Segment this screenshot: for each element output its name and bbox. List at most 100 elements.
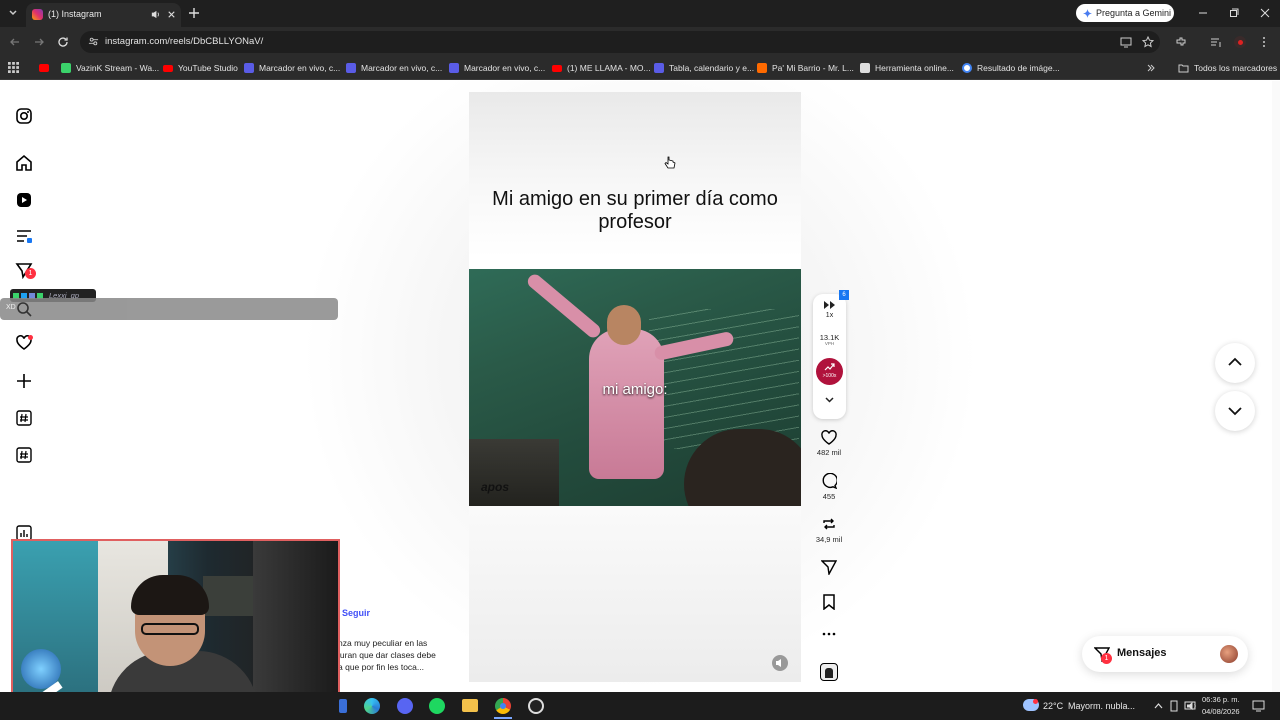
bookmark-favicon-icon bbox=[61, 63, 71, 73]
bookmark-youtube-icon[interactable] bbox=[39, 64, 49, 72]
profile-avatar[interactable] bbox=[1234, 36, 1246, 48]
home-icon[interactable] bbox=[15, 154, 33, 172]
url-bar[interactable]: instagram.com/reels/DbCBLLYONaV/ bbox=[80, 31, 1160, 53]
bookmark-item[interactable]: (1) ME LLAMA - MO... bbox=[552, 60, 651, 76]
clock-date[interactable]: 04/08/2026 bbox=[1202, 707, 1240, 716]
page-scrollbar[interactable] bbox=[1272, 81, 1280, 692]
speaker-icon[interactable] bbox=[150, 9, 161, 20]
messages-badge: 1 bbox=[1101, 653, 1112, 664]
share-send-icon[interactable] bbox=[821, 559, 837, 575]
bookmark-label: Resultado de imáge... bbox=[977, 63, 1060, 73]
chevron-down-icon[interactable] bbox=[824, 396, 835, 404]
reel-description: nza muy peculiar en las juran que dar cl… bbox=[338, 637, 436, 673]
media-control-icon[interactable] bbox=[1210, 36, 1222, 48]
bookmark-label: Marcador en vivo, c... bbox=[464, 63, 546, 73]
previous-reel-button[interactable] bbox=[1215, 343, 1255, 383]
back-arrow-icon[interactable] bbox=[9, 36, 21, 48]
reels-icon[interactable] bbox=[15, 191, 33, 209]
all-bookmarks-folder[interactable]: Todos los marcadores bbox=[1178, 60, 1277, 76]
notifications-heart[interactable] bbox=[15, 334, 33, 352]
webcam-glasses bbox=[141, 623, 199, 635]
bookmark-item[interactable]: VazinK Stream - Wa... bbox=[61, 60, 159, 76]
reel-player[interactable]: Mi amigo en su primer día como profesor … bbox=[469, 92, 801, 682]
messages-button[interactable]: 1 Mensajes bbox=[1082, 636, 1248, 672]
apps-grid-icon[interactable] bbox=[8, 62, 19, 73]
bookmark-label: Tabla, calendario y e... bbox=[669, 63, 755, 73]
obs-icon[interactable] bbox=[528, 698, 544, 714]
more-bookmarks-chevron-icon[interactable] bbox=[1146, 63, 1156, 73]
bookmark-star-icon[interactable] bbox=[1142, 36, 1154, 48]
discord-icon[interactable] bbox=[397, 698, 413, 714]
fast-forward-icon[interactable] bbox=[823, 300, 836, 310]
bookmark-favicon-icon bbox=[757, 63, 767, 73]
repost-action[interactable]: 34,9 mil bbox=[812, 516, 846, 544]
chalk-scribbles bbox=[649, 309, 799, 449]
weather-description[interactable]: Mayorm. nubla... bbox=[1068, 701, 1135, 711]
more-options-icon[interactable] bbox=[821, 631, 837, 637]
tray-chevron-up-icon[interactable] bbox=[1154, 702, 1163, 709]
site-info-icon[interactable] bbox=[88, 36, 99, 47]
usb-icon[interactable] bbox=[1169, 700, 1179, 712]
reel-video[interactable]: mi amigo: apos bbox=[469, 269, 801, 506]
volume-icon[interactable] bbox=[1186, 701, 1198, 711]
new-tab-icon[interactable] bbox=[188, 7, 200, 19]
bookmark-item[interactable]: Resultado de imáge... bbox=[962, 60, 1060, 76]
bookmark-item[interactable]: Tabla, calendario y e... bbox=[654, 60, 754, 76]
clock-time[interactable]: 06:36 p. m. bbox=[1202, 695, 1240, 704]
google-favicon-icon bbox=[962, 63, 972, 73]
search-bar-overlay[interactable]: XD bbox=[0, 298, 338, 320]
close-window-icon[interactable] bbox=[1260, 8, 1270, 18]
windows-taskbar: 22°C Mayorm. nubla... 06:36 p. m. 04/08/… bbox=[0, 692, 1280, 720]
bookmark-favicon-icon bbox=[449, 63, 459, 73]
forward-arrow-icon[interactable] bbox=[33, 36, 45, 48]
edge-icon[interactable] bbox=[364, 698, 380, 714]
search-icon[interactable] bbox=[16, 301, 32, 317]
like-action[interactable]: 482 mil bbox=[812, 430, 846, 457]
bookmark-item[interactable]: YouTube Studio bbox=[163, 60, 238, 76]
install-app-icon[interactable] bbox=[1120, 36, 1132, 48]
gemini-button[interactable]: Pregunta a Gemini bbox=[1076, 4, 1174, 22]
bookmark-item[interactable]: Marcador en vivo, c... bbox=[346, 60, 442, 76]
instagram-logo-icon[interactable] bbox=[15, 107, 33, 125]
chevron-down-icon bbox=[1228, 407, 1242, 416]
bookmark-item[interactable]: Marcador en vivo, c... bbox=[449, 60, 545, 76]
file-explorer-icon[interactable] bbox=[462, 699, 478, 712]
tab-title: (1) Instagram bbox=[48, 9, 102, 19]
spotify-icon[interactable] bbox=[429, 698, 445, 714]
restore-icon[interactable] bbox=[1229, 8, 1239, 18]
trending-up-icon bbox=[824, 363, 835, 371]
messenger-icon[interactable]: 1 bbox=[15, 261, 36, 279]
trend-button[interactable]: >100x bbox=[816, 358, 843, 385]
extensions-icon[interactable] bbox=[1175, 36, 1187, 48]
bookmarks-bar: VazinK Stream - Wa... YouTube Studio Mar… bbox=[0, 56, 1280, 80]
notification-center-icon[interactable] bbox=[1252, 700, 1265, 712]
bookmark-item[interactable]: Pa' Mi Barrio - Mr. L... bbox=[757, 60, 854, 76]
reposts-count: 34,9 mil bbox=[815, 535, 843, 544]
weather-icon[interactable] bbox=[1023, 699, 1039, 711]
chrome-icon[interactable] bbox=[495, 698, 511, 714]
bookmark-item[interactable]: Herramienta online... bbox=[860, 60, 954, 76]
notification-badge: 1 bbox=[25, 268, 36, 279]
tab-instagram[interactable]: (1) Instagram bbox=[26, 3, 181, 27]
bookmark-item[interactable]: Marcador en vivo, c... bbox=[244, 60, 340, 76]
reload-icon[interactable] bbox=[57, 36, 69, 48]
audio-thumbnail[interactable] bbox=[820, 663, 838, 681]
description-line: a que por fin les toca... bbox=[338, 662, 424, 672]
chevron-up-icon bbox=[1228, 357, 1242, 366]
create-plus-icon[interactable] bbox=[15, 372, 33, 390]
bookmark-save-icon[interactable] bbox=[822, 594, 836, 610]
comment-icon bbox=[822, 473, 837, 489]
follow-button[interactable]: Seguir bbox=[342, 608, 370, 618]
menu-dots-icon[interactable] bbox=[1258, 36, 1270, 48]
next-reel-button[interactable] bbox=[1215, 391, 1255, 431]
comment-action[interactable]: 455 bbox=[812, 473, 846, 501]
tab-search-button[interactable] bbox=[6, 6, 20, 20]
taskbar-app-partial[interactable] bbox=[339, 699, 347, 713]
close-tab-icon[interactable] bbox=[166, 9, 177, 20]
hashtag-icon[interactable] bbox=[15, 446, 33, 464]
mute-toggle-icon[interactable] bbox=[772, 655, 788, 671]
gemini-label: Pregunta a Gemini bbox=[1096, 8, 1172, 18]
minimize-icon[interactable] bbox=[1198, 8, 1208, 18]
hashtag-icon[interactable] bbox=[15, 409, 33, 427]
feed-list-icon[interactable] bbox=[15, 227, 33, 245]
